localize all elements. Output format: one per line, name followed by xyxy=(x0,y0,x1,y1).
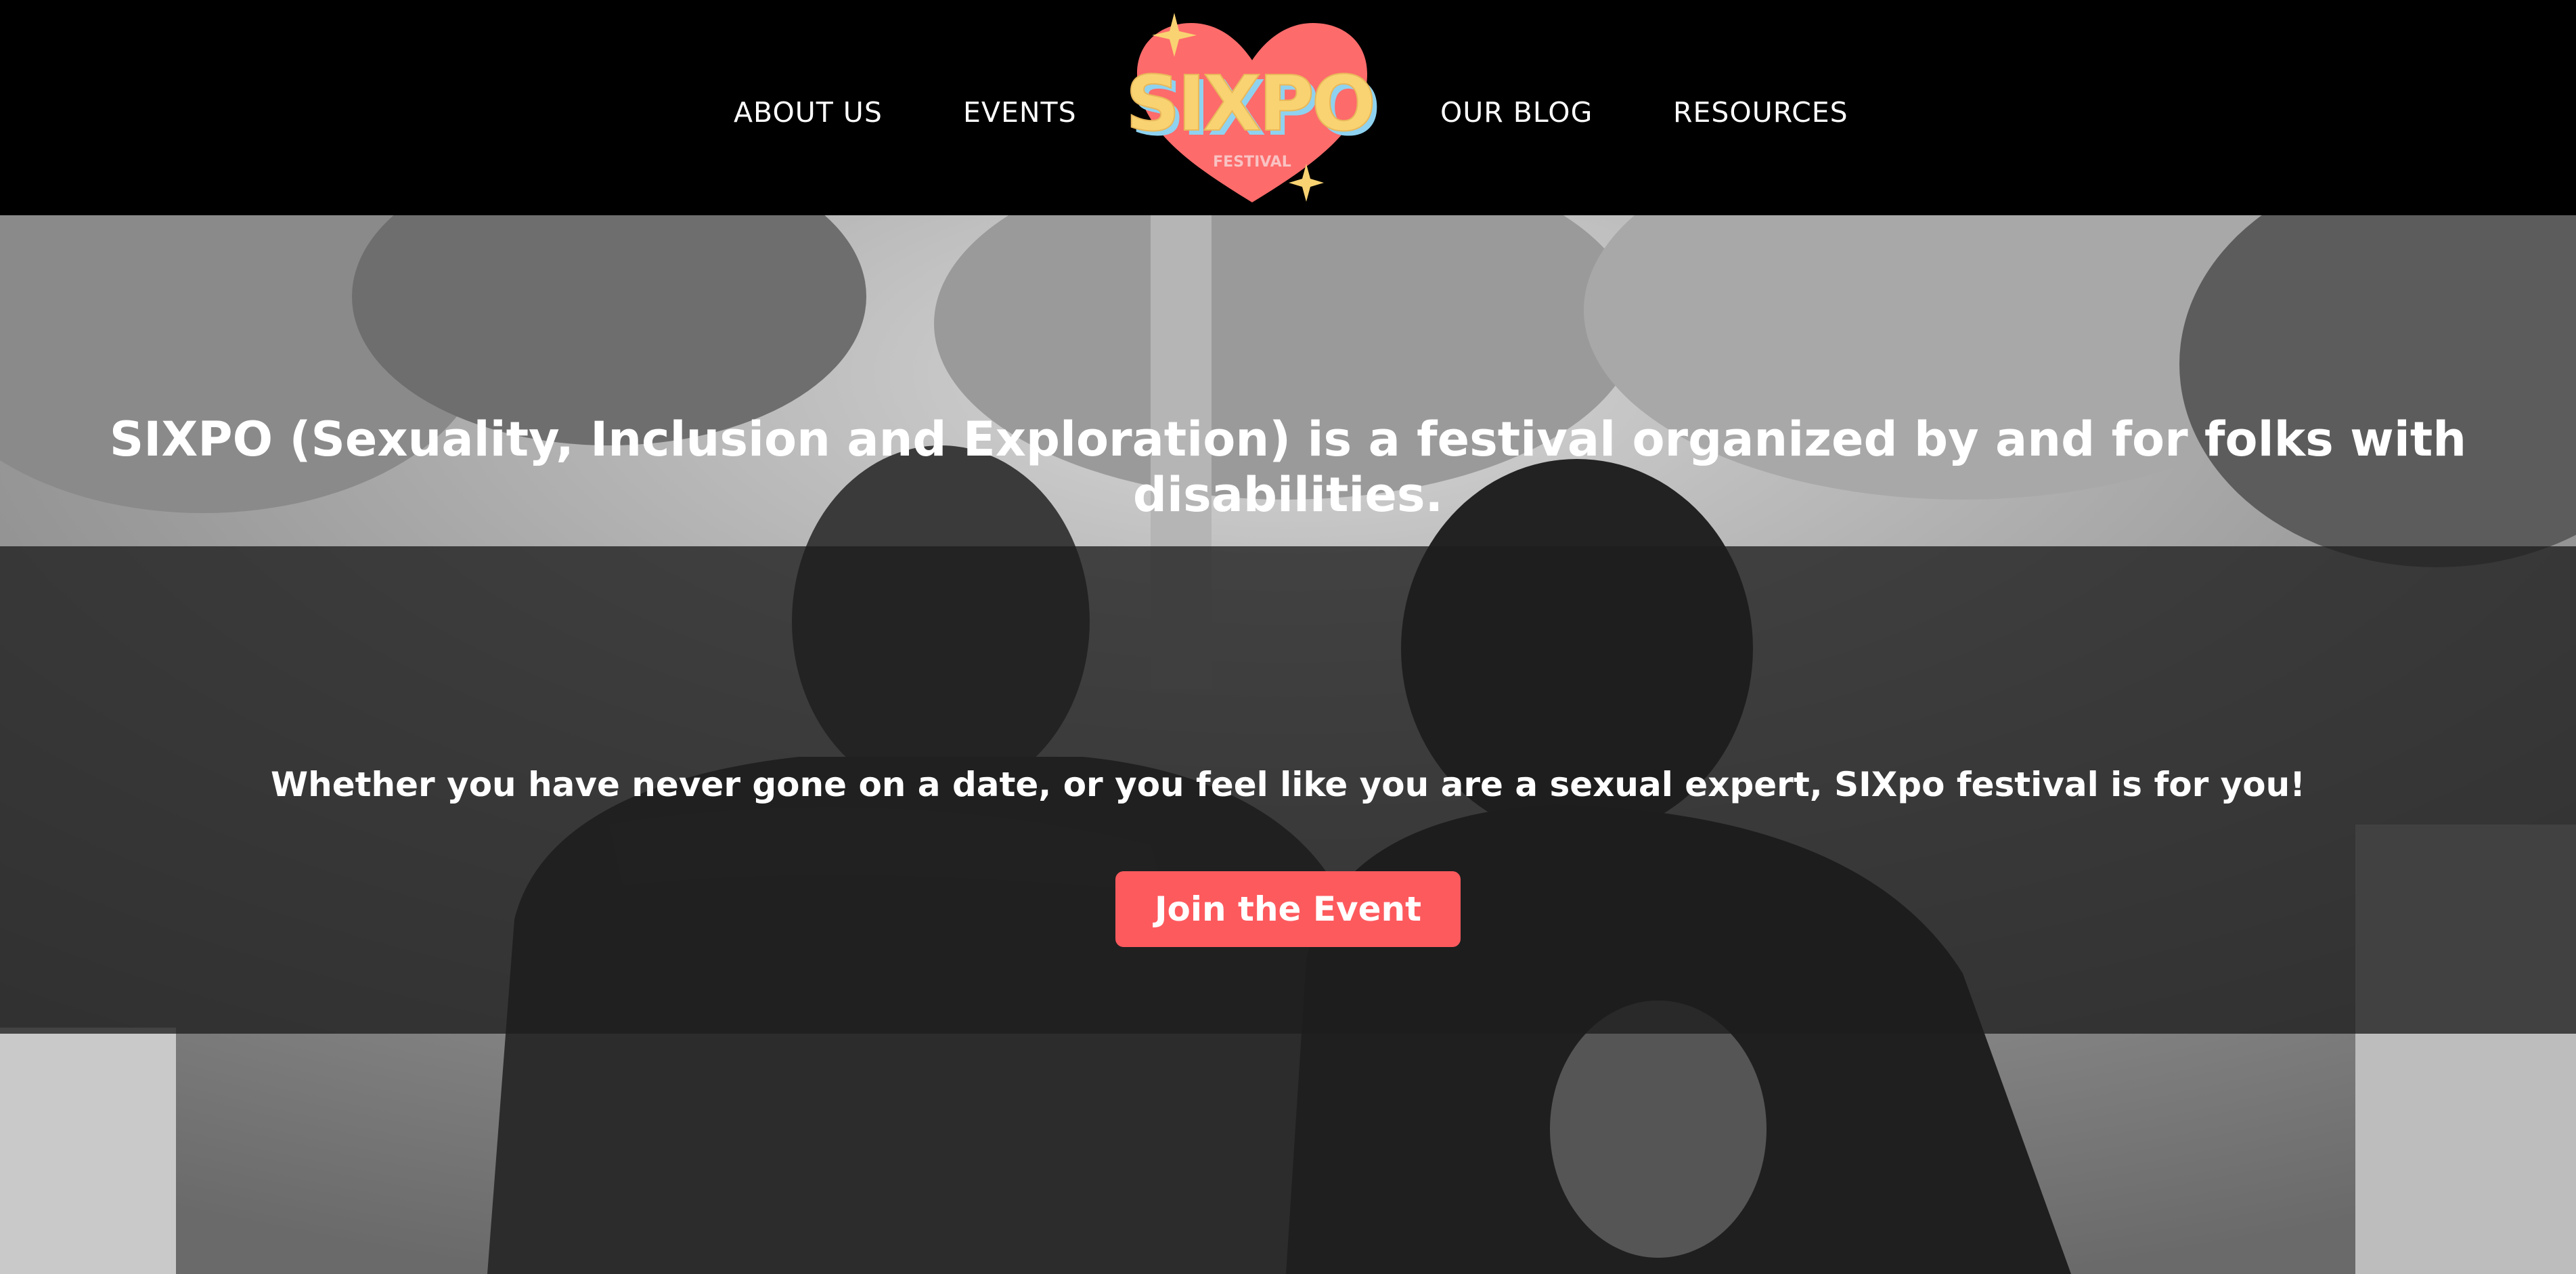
nav-resources[interactable]: RESOURCES xyxy=(1673,92,1848,133)
sixpo-logo[interactable]: SIXPO SIXPO FESTIVAL xyxy=(1110,9,1394,213)
hero-section: SIXPO (Sexuality, Inclusion and Explorat… xyxy=(0,215,2576,1274)
join-event-button[interactable]: Join the Event xyxy=(1115,871,1461,947)
hero-headline: SIXPO (Sexuality, Inclusion and Explorat… xyxy=(109,412,2467,523)
logo-subtext: FESTIVAL xyxy=(1213,154,1291,171)
logo-wordmark: SIXPO xyxy=(1126,60,1373,148)
nav-our-blog[interactable]: OUR BLOG xyxy=(1440,92,1593,133)
nav-about-us[interactable]: ABOUT US xyxy=(734,92,883,133)
nav-events[interactable]: EVENTS xyxy=(963,92,1077,133)
site-header: ABOUT US EVENTS SIXPO SIXPO FESTIVAL OUR… xyxy=(0,0,2576,215)
hero-subheadline: Whether you have never gone on a date, o… xyxy=(270,765,2305,804)
